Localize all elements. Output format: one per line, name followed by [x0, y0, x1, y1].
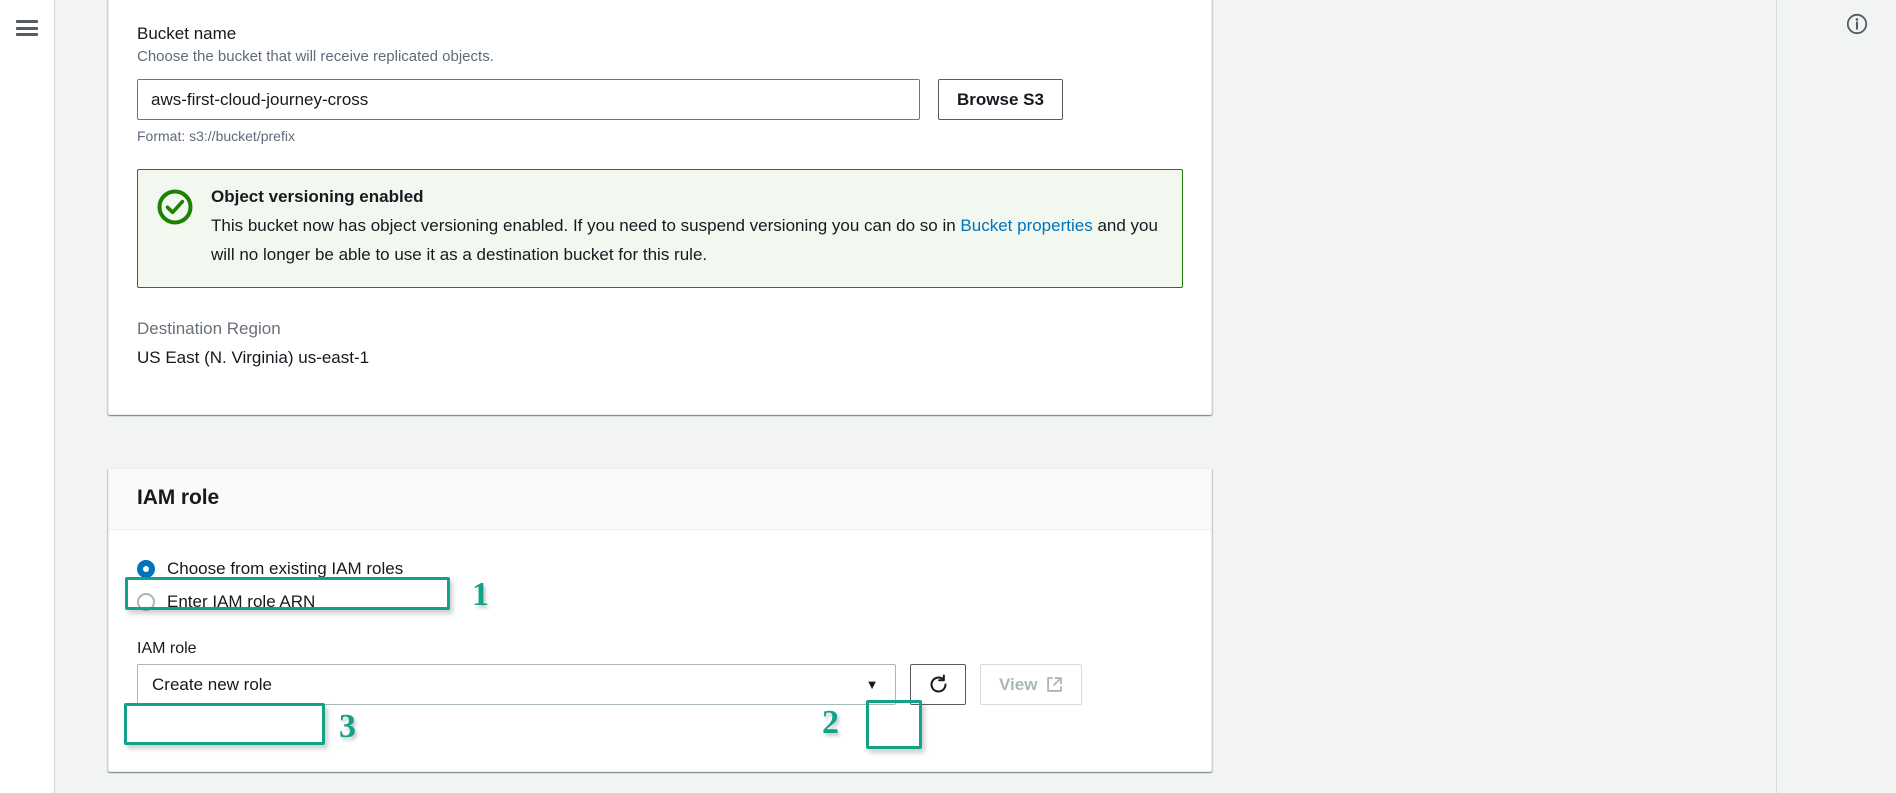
iam-role-select-row: Create new role ▼ View — [137, 664, 1183, 705]
refresh-icon — [930, 674, 946, 693]
hamburger-bar — [16, 33, 38, 36]
content-surface: Bucket name Choose the bucket that will … — [55, 0, 1896, 793]
app-frame: Bucket name Choose the bucket that will … — [0, 0, 1896, 793]
radio-label: Enter IAM role ARN — [167, 591, 316, 611]
destination-region-value: US East (N. Virginia) us-east-1 — [137, 348, 370, 367]
bucket-name-input-row: Browse S3 — [137, 79, 1183, 120]
hamburger-bar — [16, 26, 38, 30]
hamburger-menu-icon[interactable] — [16, 20, 38, 36]
iam-role-source-radio-group: Choose from existing IAM roles Enter IAM… — [137, 552, 1183, 618]
alert-text-block: Object versioning enabled This bucket no… — [211, 186, 1164, 269]
left-navigation-rail — [0, 0, 55, 793]
iam-role-card-header: IAM role — [109, 469, 1211, 530]
check-circle-icon — [156, 188, 194, 231]
iam-role-select-label: IAM role — [137, 640, 197, 657]
bucket-name-label: Bucket name — [137, 24, 237, 43]
chevron-down-icon[interactable]: ▼ — [849, 665, 895, 704]
iam-role-card: IAM role Choose from existing IAM roles … — [108, 468, 1212, 772]
bucket-properties-link[interactable]: Bucket properties — [960, 216, 1092, 235]
hamburger-bar — [16, 20, 38, 23]
object-versioning-success-alert: Object versioning enabled This bucket no… — [137, 169, 1183, 288]
radio-enter-iam-role-arn[interactable]: Enter IAM role ARN — [137, 585, 1183, 618]
info-circle-icon[interactable] — [1846, 13, 1868, 35]
destination-region-label: Destination Region — [137, 319, 281, 338]
refresh-iam-roles-button[interactable] — [910, 664, 966, 705]
iam-role-card-title: IAM role — [137, 486, 220, 509]
alert-body: This bucket now has object versioning en… — [211, 211, 1164, 269]
radio-indicator-selected[interactable] — [137, 559, 155, 578]
bucket-name-input[interactable] — [137, 79, 920, 120]
view-iam-role-button[interactable]: View — [980, 664, 1083, 705]
iam-role-card-body: Choose from existing IAM roles Enter IAM… — [109, 530, 1211, 729]
bucket-name-format-hint: Format: s3://bucket/prefix — [137, 128, 295, 144]
destination-card-body: Bucket name Choose the bucket that will … — [109, 0, 1211, 393]
alert-title: Object versioning enabled — [211, 187, 424, 206]
destination-region-block: Destination Region US East (N. Virginia)… — [137, 318, 1183, 369]
radio-indicator-unselected[interactable] — [137, 592, 155, 611]
radio-label: Choose from existing IAM roles — [167, 558, 404, 578]
radio-choose-from-existing-iam-roles[interactable]: Choose from existing IAM roles — [137, 552, 1183, 585]
iam-role-select-value: Create new role — [152, 674, 273, 694]
iam-role-select[interactable]: Create new role ▼ — [137, 664, 896, 705]
help-panel-rail — [1776, 0, 1896, 793]
bucket-name-description: Choose the bucket that will receive repl… — [137, 48, 494, 65]
external-link-icon — [1047, 677, 1063, 692]
iam-role-select-block: IAM role Create new role ▼ View — [137, 640, 1183, 705]
browse-s3-button[interactable]: Browse S3 — [938, 79, 1063, 120]
bucket-name-field-group: Bucket name Choose the bucket that will … — [137, 23, 1183, 145]
destination-card: Bucket name Choose the bucket that will … — [108, 0, 1212, 415]
view-button-label: View — [999, 674, 1038, 694]
alert-body-part-1: This bucket now has object versioning en… — [211, 216, 961, 235]
